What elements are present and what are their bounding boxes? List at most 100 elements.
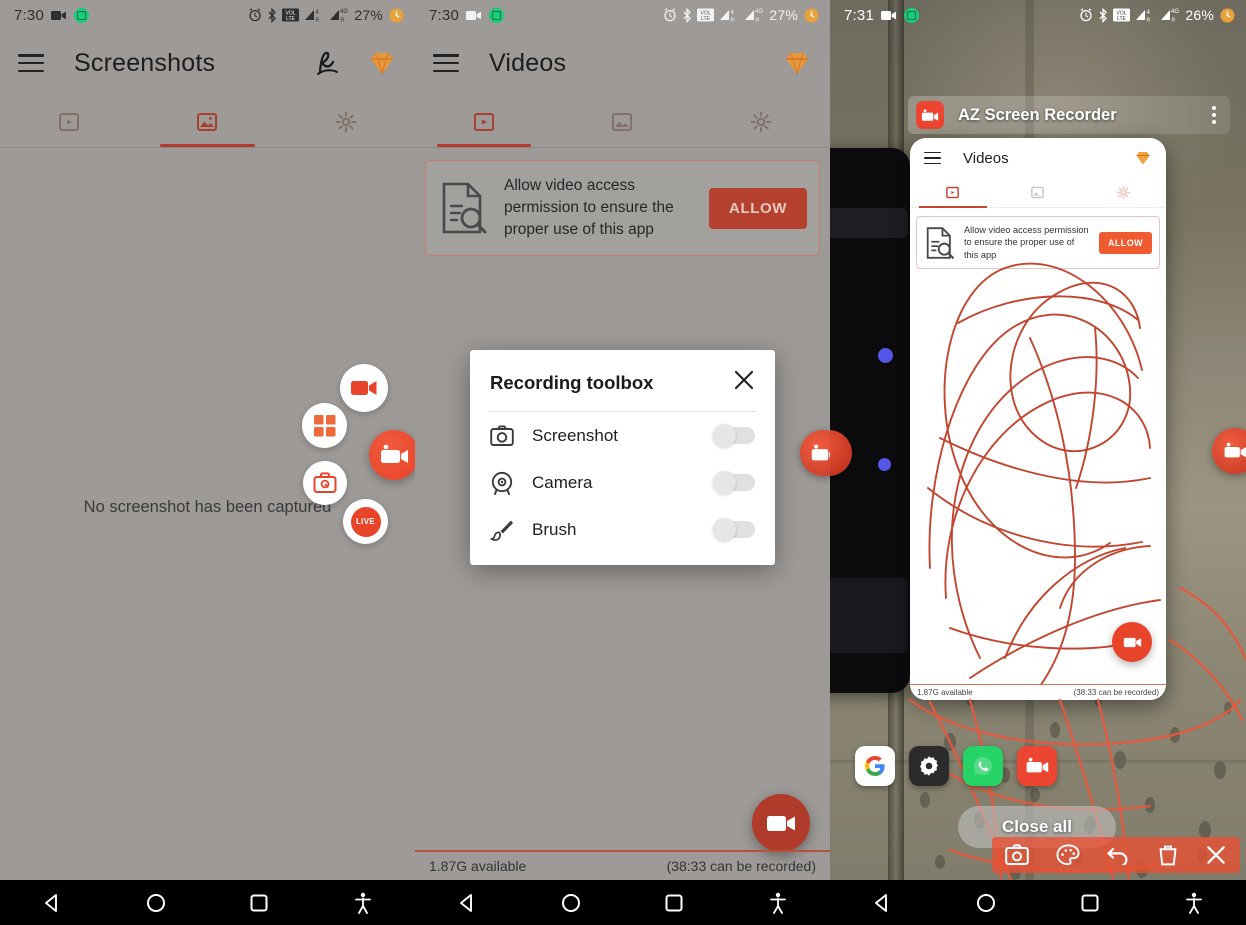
draw-toolbar	[992, 837, 1240, 873]
close-icon[interactable]	[733, 369, 755, 396]
mini-record-fab[interactable]	[1112, 622, 1152, 662]
svg-text:R: R	[1147, 17, 1151, 23]
screenshot-stage: 7:30 VOL LTE 4R 4G R 27% Screenshots No …	[0, 0, 1246, 925]
whatsapp-icon[interactable]	[963, 746, 1003, 786]
battery-icon	[1219, 7, 1236, 24]
mini-permission-message: Allow video access permission to ensure …	[964, 225, 1089, 260]
svg-text:4G: 4G	[340, 9, 348, 15]
status-right: VOL LTE 4R 4G R 27%	[248, 7, 405, 24]
home-icon[interactable]	[934, 892, 1038, 914]
document-search-icon	[924, 226, 956, 260]
dialog-title: Recording toolbox	[490, 371, 654, 393]
svg-text:4: 4	[316, 10, 320, 16]
signature-icon[interactable]	[315, 49, 341, 77]
home-icon[interactable]	[519, 892, 623, 914]
front-camera-icon	[490, 471, 514, 495]
app-bar-1: Screenshots	[0, 30, 415, 96]
nav-bar-1	[0, 880, 415, 925]
accessibility-icon[interactable]	[726, 892, 830, 914]
brush-icon	[490, 518, 514, 542]
undo-icon[interactable]	[1106, 845, 1131, 865]
camera-toggle[interactable]	[713, 471, 755, 494]
screenshot-toggle[interactable]	[713, 424, 755, 447]
tab-screenshots[interactable]	[995, 178, 1080, 207]
toolbox-row-camera[interactable]: Camera	[470, 459, 775, 506]
recents-icon[interactable]	[1038, 892, 1142, 914]
menu-icon[interactable]	[924, 151, 941, 165]
screenshot-icon[interactable]	[1005, 844, 1030, 866]
trash-icon[interactable]	[1158, 844, 1178, 866]
recents-icon[interactable]	[208, 892, 312, 914]
dock	[830, 720, 1246, 786]
apps-grid-bubble[interactable]	[302, 403, 347, 448]
tab-videos[interactable]	[910, 178, 995, 208]
accessibility-icon[interactable]	[311, 892, 415, 914]
back-icon[interactable]	[0, 892, 104, 914]
svg-text:4G: 4G	[1171, 9, 1179, 15]
svg-text:LTE: LTE	[286, 16, 295, 22]
recording-toolbox-dialog: Recording toolbox Screenshot Camera Brus…	[470, 350, 775, 565]
mini-permission-banner: Allow video access permission to ensure …	[916, 216, 1160, 270]
mini-allow-button[interactable]: ALLOW	[1099, 231, 1152, 254]
bluetooth-icon	[267, 7, 277, 23]
signal-1-icon: 4R	[1135, 8, 1155, 23]
svg-text:R: R	[341, 17, 345, 23]
tab-videos[interactable]	[0, 96, 138, 147]
palette-icon[interactable]	[1056, 844, 1080, 866]
camera-icon	[490, 424, 514, 447]
panel-screenshots: 7:30 VOL LTE 4 R 4G R 27% Screenshots No …	[0, 0, 415, 925]
status-bar-1: 7:30 VOL LTE 4 R 4G R 27%	[0, 0, 415, 30]
record-bubble[interactable]	[340, 364, 388, 412]
az-recorder-icon[interactable]	[1017, 746, 1057, 786]
status-left: 7:30	[14, 7, 89, 24]
panel-videos: 7:30 VOL LTE 4R 4G R 27% Videos Allow vi…	[415, 0, 830, 925]
nav-bar-3	[830, 880, 1246, 925]
brush-toggle[interactable]	[713, 518, 755, 541]
back-icon[interactable]	[830, 892, 934, 914]
az-recorder-icon	[916, 101, 944, 129]
toolbox-row-brush[interactable]: Brush	[470, 506, 775, 553]
gem-icon[interactable]	[367, 48, 397, 78]
status-right: VOL LTE 4R 4G R 26%	[1079, 7, 1236, 24]
recents-card-background[interactable]	[830, 148, 910, 693]
bluetooth-icon	[1098, 7, 1108, 23]
more-options-icon[interactable]	[1212, 106, 1222, 124]
status-left: 7:31	[844, 7, 919, 24]
menu-icon[interactable]	[18, 54, 44, 73]
toolbox-label: Brush	[532, 519, 577, 539]
battery-percent: 26%	[1185, 7, 1214, 23]
toolbox-label: Screenshot	[532, 425, 618, 445]
mini-storage-duration: (38:33 can be recorded)	[1073, 688, 1159, 697]
tab-settings[interactable]	[1081, 178, 1166, 207]
screen-record-icon	[904, 7, 919, 23]
google-icon[interactable]	[855, 746, 895, 786]
dialog-scrim: Recording toolbox Screenshot Camera Brus…	[415, 0, 830, 925]
close-icon[interactable]	[1205, 844, 1227, 866]
gem-icon[interactable]	[1134, 149, 1152, 167]
nav-bar-2	[415, 880, 830, 925]
toolbox-row-screenshot[interactable]: Screenshot	[470, 412, 775, 459]
tab-screenshots[interactable]	[138, 96, 276, 147]
record-main-bubble[interactable]	[369, 430, 415, 480]
volte-icon: VOL LTE	[282, 8, 300, 22]
mini-app-bar: Videos	[910, 138, 1166, 178]
mini-tab-bar	[910, 178, 1166, 208]
accessibility-icon[interactable]	[1142, 892, 1246, 914]
settings-icon[interactable]	[909, 746, 949, 786]
page-title: Screenshots	[74, 48, 216, 77]
toolbox-bubble[interactable]	[303, 461, 347, 505]
svg-text:R: R	[1172, 17, 1176, 23]
home-icon[interactable]	[104, 892, 208, 914]
tab-settings[interactable]	[277, 96, 415, 147]
live-bubble[interactable]: LIVE	[343, 499, 388, 544]
toolbox-label: Camera	[532, 472, 593, 492]
app-bar-actions	[315, 48, 397, 78]
signal-2-icon: 4G R	[1160, 8, 1180, 23]
camcorder-icon	[51, 10, 67, 21]
back-icon[interactable]	[415, 892, 519, 914]
alarm-icon	[1079, 8, 1093, 22]
recents-card-active[interactable]: Videos Allow video access permission to …	[910, 138, 1166, 700]
battery-percent: 27%	[354, 7, 383, 23]
recents-icon[interactable]	[623, 892, 727, 914]
svg-text:4: 4	[1147, 10, 1151, 16]
